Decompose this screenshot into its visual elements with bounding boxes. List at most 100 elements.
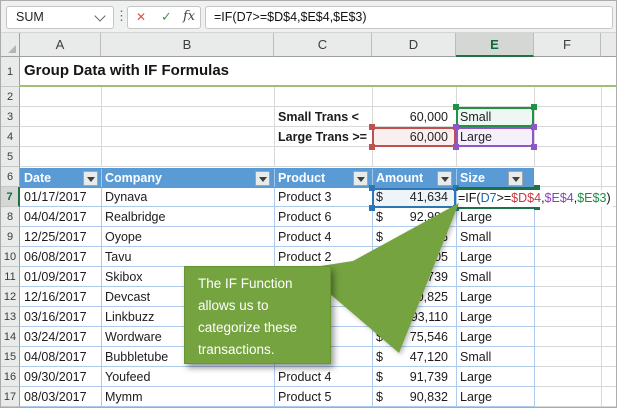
- cell-date[interactable]: 03/24/2017: [24, 327, 87, 347]
- column-header-F[interactable]: F: [534, 33, 601, 57]
- cell-size[interactable]: Small: [460, 227, 491, 247]
- column-header-partial[interactable]: [601, 33, 617, 57]
- row-header-8[interactable]: 8: [1, 207, 20, 227]
- cell-amount[interactable]: 92,990: [386, 207, 448, 227]
- cell-size[interactable]: Large: [460, 287, 492, 307]
- criteria-large-label[interactable]: Large Trans >=: [278, 127, 367, 147]
- cell-date[interactable]: 12/16/2017: [24, 287, 87, 307]
- cell-amount[interactable]: 75,546: [386, 327, 448, 347]
- chevron-down-icon[interactable]: [94, 10, 105, 21]
- row-header-12[interactable]: 12: [1, 287, 20, 307]
- cell-amount[interactable]: 70,825: [386, 287, 448, 307]
- cell-date[interactable]: 06/08/2017: [24, 247, 87, 267]
- row-header-17[interactable]: 17: [1, 387, 20, 407]
- row-header-15[interactable]: 15: [1, 347, 20, 367]
- insert-function-icon[interactable]: fx: [183, 9, 195, 24]
- cell-date[interactable]: 03/16/2017: [24, 307, 87, 327]
- cancel-entry-icon[interactable]: ✕: [136, 10, 146, 24]
- cell-size[interactable]: Large: [460, 307, 492, 327]
- cell-date[interactable]: 01/17/2017: [24, 187, 87, 207]
- cell-company[interactable]: Youfeed: [105, 367, 150, 387]
- cell-amount[interactable]: 93,110: [386, 307, 448, 327]
- filter-button-size[interactable]: [508, 171, 523, 186]
- cell-amount[interactable]: 91,739: [386, 367, 448, 387]
- cell-date[interactable]: 01/09/2017: [24, 267, 87, 287]
- filter-button-company[interactable]: [255, 171, 270, 186]
- cell-product[interactable]: Product 4: [278, 227, 332, 247]
- cell-size[interactable]: Small: [460, 267, 491, 287]
- ref-cell-E4-handle[interactable]: [453, 144, 459, 150]
- row-header-6[interactable]: 6: [1, 167, 20, 187]
- filter-button-date[interactable]: [83, 171, 98, 186]
- criteria-small-label[interactable]: Small Trans <: [278, 107, 359, 127]
- cell-company[interactable]: Bubbletube: [105, 347, 168, 367]
- cell-size[interactable]: Large: [460, 207, 492, 227]
- ref-cell-D7-handle[interactable]: [369, 185, 375, 191]
- cell-company[interactable]: Linkbuzz: [105, 307, 154, 327]
- cell-size[interactable]: Small: [460, 347, 491, 367]
- cell-company[interactable]: Oyope: [105, 227, 142, 247]
- column-header-B[interactable]: B: [101, 33, 274, 57]
- row-header-11[interactable]: 11: [1, 267, 20, 287]
- cell-date[interactable]: 08/03/2017: [24, 387, 87, 407]
- cell-date[interactable]: 04/08/2017: [24, 347, 87, 367]
- row-header-1[interactable]: 1: [1, 57, 20, 87]
- ref-cell-E3-handle[interactable]: [453, 104, 459, 110]
- cell-company[interactable]: Tavu: [105, 247, 131, 267]
- select-all-corner[interactable]: [1, 33, 20, 57]
- cell-amount[interactable]: 98,805: [386, 247, 448, 267]
- cell-date[interactable]: 04/04/2017: [24, 207, 87, 227]
- column-header-C[interactable]: C: [274, 33, 372, 57]
- filter-button-amount[interactable]: [437, 171, 452, 186]
- cell-company[interactable]: Dynava: [105, 187, 147, 207]
- row-header-5[interactable]: 5: [1, 147, 20, 167]
- row-header-7[interactable]: 7: [1, 187, 20, 207]
- row-header-16[interactable]: 16: [1, 367, 20, 387]
- cell-company[interactable]: Wordware: [105, 327, 162, 347]
- row-header-14[interactable]: 14: [1, 327, 20, 347]
- ref-cell-E3-handle[interactable]: [531, 104, 537, 110]
- cell-date[interactable]: 09/30/2017: [24, 367, 87, 387]
- table-border-v: [456, 188, 457, 407]
- active-cell-formula[interactable]: =IF(D7>=$D$4,$E$4,$E$3): [458, 190, 613, 207]
- column-header-D[interactable]: D: [372, 33, 456, 57]
- cell-amount[interactable]: 90,832: [386, 387, 448, 407]
- ref-cell-E4-handle[interactable]: [531, 124, 537, 130]
- cell-amount[interactable]: 30,739: [386, 267, 448, 287]
- cell-product[interactable]: Product 3: [278, 187, 332, 207]
- cell-amount[interactable]: 29,516: [386, 227, 448, 247]
- column-header-A[interactable]: A: [20, 33, 101, 57]
- row-header-3[interactable]: 3: [1, 107, 20, 127]
- cell-company[interactable]: Skibox: [105, 267, 143, 287]
- ref-cell-E4-handle[interactable]: [531, 144, 537, 150]
- cell-company[interactable]: Realbridge: [105, 207, 165, 227]
- row-header-13[interactable]: 13: [1, 307, 20, 327]
- ref-cell-D4-handle[interactable]: [369, 144, 375, 150]
- cell-product[interactable]: Product 2: [278, 247, 332, 267]
- cell-size[interactable]: Large: [460, 367, 492, 387]
- name-box[interactable]: SUM: [6, 6, 114, 29]
- cell-product[interactable]: Product 5: [278, 387, 332, 407]
- column-header-E[interactable]: E: [456, 33, 534, 57]
- row-header-2[interactable]: 2: [1, 87, 20, 107]
- formula-input[interactable]: =IF(D7>=$D$4,$E$4,$E$3): [205, 6, 613, 29]
- row-header-10[interactable]: 10: [1, 247, 20, 267]
- cell-company[interactable]: Devcast: [105, 287, 150, 307]
- cell-product[interactable]: Product 4: [278, 367, 332, 387]
- row-header-4[interactable]: 4: [1, 127, 20, 147]
- ref-cell-D4-handle[interactable]: [369, 124, 375, 130]
- cell-amount[interactable]: 47,120: [386, 347, 448, 367]
- ref-cell-D7-handle[interactable]: [369, 205, 375, 211]
- filter-button-product[interactable]: [353, 171, 368, 186]
- ref-cell-E4-handle[interactable]: [453, 124, 459, 130]
- row-header-9[interactable]: 9: [1, 227, 20, 247]
- confirm-entry-icon[interactable]: ✓: [161, 9, 172, 25]
- cell-size[interactable]: Large: [460, 327, 492, 347]
- cell-product[interactable]: Product 6: [278, 207, 332, 227]
- cell-currency: $: [376, 367, 383, 387]
- cell-size[interactable]: Large: [460, 387, 492, 407]
- criteria-small-value[interactable]: 60,000: [372, 107, 448, 127]
- cell-size[interactable]: Large: [460, 247, 492, 267]
- cell-date[interactable]: 12/25/2017: [24, 227, 87, 247]
- cell-company[interactable]: Mymm: [105, 387, 143, 407]
